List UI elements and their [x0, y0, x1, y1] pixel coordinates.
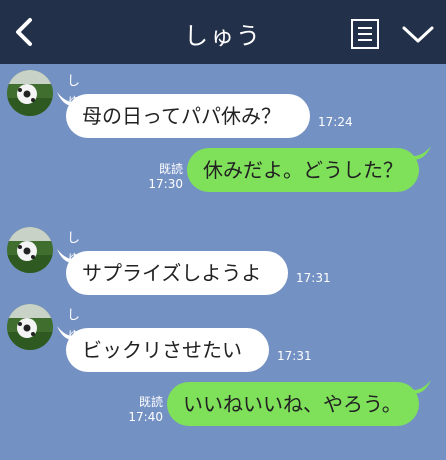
message-list[interactable]: しゅう 母の日ってパパ休み？ 17:24 既読 17:30 休みだよ。どうした？…: [0, 64, 446, 460]
soccer-ball-photo-icon: [7, 227, 53, 273]
message-time: 17:24: [318, 115, 353, 129]
soccer-ball-photo-icon: [7, 70, 53, 116]
chevron-down-icon[interactable]: [401, 20, 435, 48]
avatar[interactable]: [7, 70, 53, 116]
avatar[interactable]: [7, 304, 53, 350]
soccer-ball-photo-icon: [7, 304, 53, 350]
message-time: 17:40: [128, 410, 163, 424]
bubble-tail: [413, 380, 431, 394]
note-list-icon[interactable]: [350, 18, 380, 50]
message-bubble[interactable]: いいねいいね、やろう。: [167, 382, 419, 426]
chat-header: しゅう: [0, 0, 446, 64]
read-receipt: 既読: [138, 395, 163, 409]
message-time: 17:31: [296, 271, 331, 285]
message-bubble[interactable]: 休みだよ。どうした？: [187, 148, 419, 192]
message-time: 17:30: [148, 177, 183, 191]
message-time: 17:31: [277, 349, 312, 363]
read-receipt: 既読: [158, 162, 183, 176]
message-bubble[interactable]: ビックリさせたい: [66, 328, 269, 372]
message-bubble[interactable]: サプライズしようよ: [66, 251, 288, 295]
avatar[interactable]: [7, 227, 53, 273]
bubble-tail: [413, 146, 431, 160]
message-bubble[interactable]: 母の日ってパパ休み？: [66, 94, 310, 138]
message-meta: 既読 17:30: [145, 162, 183, 192]
message-meta: 既読 17:40: [125, 395, 163, 425]
